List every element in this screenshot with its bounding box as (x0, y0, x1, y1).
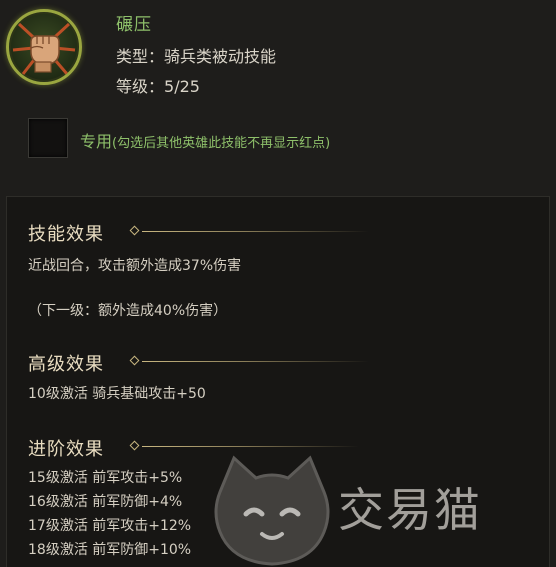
fist-icon (12, 22, 76, 75)
skill-type-label: 类型： (116, 47, 165, 66)
skill-name: 碾压 (116, 15, 152, 35)
exclusive-label[interactable]: 专用(勾选后其他英雄此技能不再显示红点) (80, 128, 330, 152)
skill-level-label: 等级： (116, 77, 165, 96)
skill-icon[interactable] (6, 9, 82, 85)
skill-level-value: 5/25 (164, 77, 200, 96)
progression-line: 17级激活 前军攻击+12% (28, 518, 192, 534)
section-title-progression: 进阶效果 (28, 439, 104, 460)
progression-line: 18级激活 前军防御+10% (28, 542, 192, 558)
exclusive-checkbox[interactable] (28, 118, 68, 158)
section-divider-progression (129, 440, 359, 452)
advanced-line: 10级激活 骑兵基础攻击+50 (28, 386, 206, 402)
progression-line: 16级激活 前军防御+4% (28, 494, 183, 510)
progression-line: 15级激活 前军攻击+5% (28, 470, 183, 486)
skill-type: 类型：骑兵类被动技能 (116, 43, 276, 67)
cat-logo-icon (214, 455, 330, 566)
skill-level: 等级：5/25 (116, 73, 200, 97)
section-divider-effect (129, 225, 369, 237)
skill-type-value: 骑兵类被动技能 (164, 47, 277, 66)
section-title-effect: 技能效果 (28, 224, 104, 245)
section-title-advanced: 高级效果 (28, 354, 104, 375)
section-divider-advanced (129, 355, 369, 367)
effect-line: 近战回合，攻击额外造成37%伤害 (28, 258, 242, 274)
effect-next-level-line: （下一级：额外造成40%伤害） (28, 303, 228, 319)
exclusive-note: (勾选后其他英雄此技能不再显示红点) (112, 136, 331, 151)
exclusive-label-text: 专用 (80, 132, 113, 151)
watermark-text: 交易猫 (338, 483, 482, 537)
